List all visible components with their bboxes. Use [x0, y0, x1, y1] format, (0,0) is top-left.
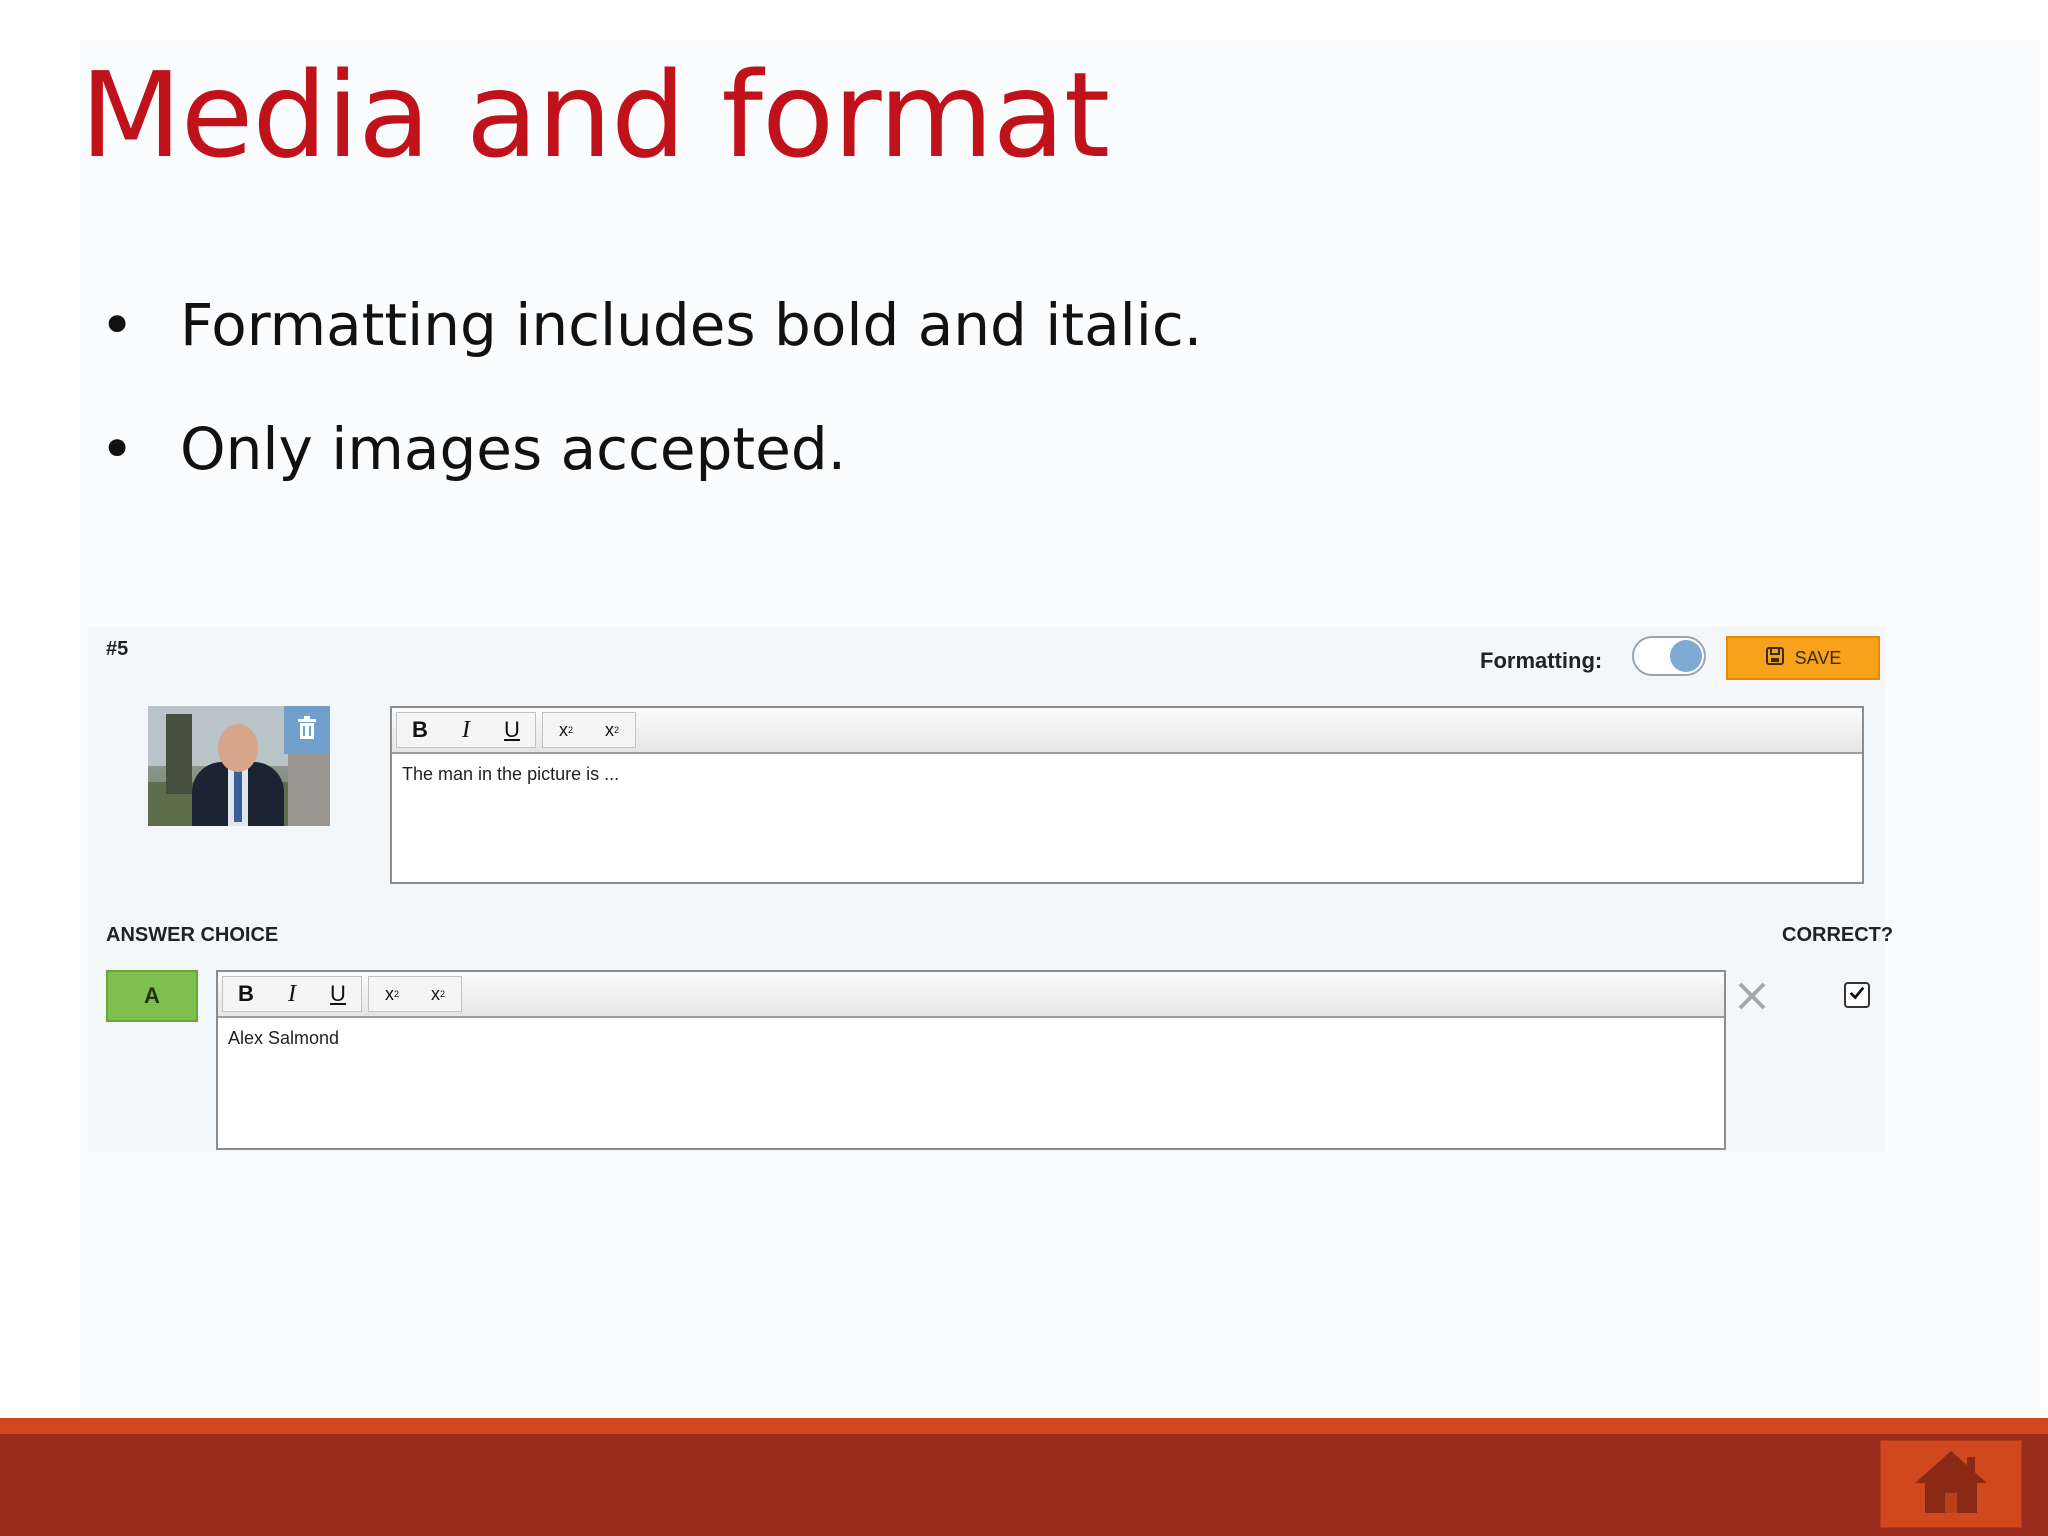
question-text: The man in the picture is ...: [402, 764, 620, 784]
bullet-list: • Formatting includes bold and italic. •…: [100, 285, 1202, 533]
question-number: #5: [106, 638, 129, 660]
bullet-text: Formatting includes bold and italic.: [180, 291, 1203, 359]
answer-text-editor[interactable]: B I U x2 x2 Alex Salmond: [216, 970, 1726, 1150]
toolbar-script-group: x2 x2: [542, 712, 636, 748]
bold-button[interactable]: B: [397, 713, 443, 747]
subscript-button[interactable]: x2: [543, 713, 589, 747]
formatting-toolbar: B I U x2 x2: [392, 708, 1862, 754]
italic-button[interactable]: I: [443, 713, 489, 747]
italic-button[interactable]: I: [269, 977, 315, 1011]
formatting-toolbar: B I U x2 x2: [218, 972, 1724, 1018]
bullet-marker: •: [100, 415, 135, 483]
bold-button[interactable]: B: [223, 977, 269, 1011]
bullet-marker: •: [100, 291, 135, 359]
slide-title: Media and format: [80, 46, 1110, 184]
checkbox-checked-icon: [1848, 984, 1866, 1007]
choice-letter-badge: A: [106, 970, 198, 1022]
question-editor-panel: #5 Formatting: SAVE B I U x2 x2 The man …: [88, 626, 1893, 1152]
toolbar-script-group: x2 x2: [368, 976, 462, 1012]
bullet-text: Only images accepted.: [180, 415, 847, 483]
superscript-button[interactable]: x2: [415, 977, 461, 1011]
answer-text: Alex Salmond: [228, 1028, 340, 1048]
home-icon: [1911, 1447, 1991, 1522]
answer-choice-header: ANSWER CHOICE: [106, 924, 279, 946]
toggle-knob: [1670, 640, 1702, 672]
underline-button[interactable]: U: [489, 713, 535, 747]
remove-choice-button[interactable]: [1732, 976, 1772, 1016]
bullet-item: • Only images accepted.: [100, 409, 1202, 489]
delete-image-button[interactable]: [284, 706, 330, 754]
footer-bar: [0, 1434, 2048, 1536]
formatting-toggle[interactable]: [1632, 636, 1706, 676]
underline-button[interactable]: U: [315, 977, 361, 1011]
save-button[interactable]: SAVE: [1726, 636, 1880, 680]
subscript-button[interactable]: x2: [369, 977, 415, 1011]
correct-header: CORRECT?: [1782, 924, 1894, 946]
close-icon: [1732, 982, 1772, 1020]
home-button[interactable]: [1880, 1440, 2022, 1528]
formatting-label: Formatting:: [1480, 648, 1603, 673]
toolbar-style-group: B I U: [396, 712, 536, 748]
footer-accent-line: [0, 1418, 2048, 1434]
superscript-button[interactable]: x2: [589, 713, 635, 747]
toolbar-style-group: B I U: [222, 976, 362, 1012]
save-label: SAVE: [1794, 647, 1842, 668]
correct-checkbox[interactable]: [1844, 982, 1870, 1008]
trash-icon: [295, 715, 319, 746]
question-text-editor[interactable]: B I U x2 x2 The man in the picture is ..…: [390, 706, 1864, 884]
bullet-item: • Formatting includes bold and italic.: [100, 285, 1202, 365]
save-icon: [1765, 646, 1785, 671]
